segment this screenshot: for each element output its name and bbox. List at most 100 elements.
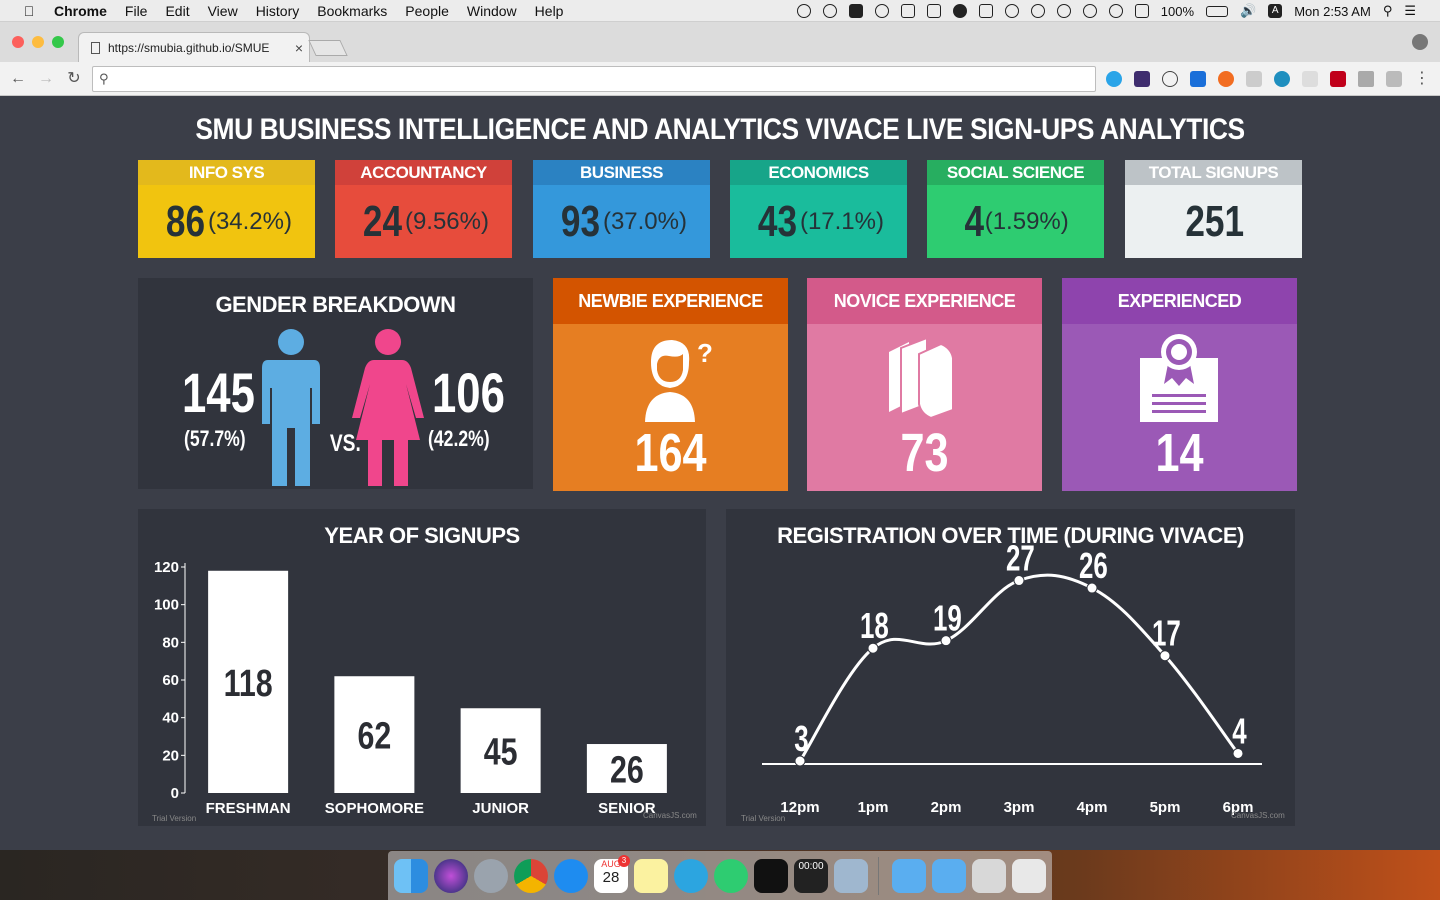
dropbox-icon[interactable]	[926, 4, 941, 18]
gauge-icon[interactable]	[796, 4, 811, 18]
female-figure-icon	[352, 329, 424, 486]
data-value-label: 19	[933, 599, 962, 639]
glasses-icon[interactable]	[1030, 4, 1045, 18]
stat-value: 4	[964, 196, 985, 246]
bluetooth-icon[interactable]	[1082, 4, 1097, 18]
chrome-menu-icon[interactable]: ⋮	[1412, 69, 1432, 89]
male-percent: (57.7%)	[184, 426, 246, 451]
exp-label: NOVICE EXPERIENCE	[807, 278, 1042, 324]
extension-globe-icon[interactable]	[1274, 71, 1290, 87]
extension-b-icon[interactable]	[1134, 71, 1150, 87]
extension-onepassword-icon[interactable]	[1162, 71, 1178, 87]
menu-bookmarks[interactable]: Bookmarks	[317, 3, 387, 19]
safari-icon[interactable]	[554, 859, 588, 893]
search-icon: ⚲	[99, 71, 109, 86]
menu-history[interactable]: History	[256, 3, 300, 19]
female-percent: (42.2%)	[428, 426, 490, 451]
menu-help[interactable]: Help	[535, 3, 564, 19]
male-count: 145	[182, 361, 255, 424]
profile-icon[interactable]	[1412, 34, 1428, 50]
menu-edit[interactable]: Edit	[165, 3, 189, 19]
menu-view[interactable]: View	[208, 3, 238, 19]
extension-react-icon[interactable]	[1386, 71, 1402, 87]
clock-widget-icon[interactable]: 00:00	[794, 859, 828, 893]
exp-tile-novice: NOVICE EXPERIENCE 73	[807, 278, 1042, 491]
y-tick-label: 0	[171, 785, 179, 802]
x-tick-label: JUNIOR	[472, 800, 529, 817]
close-window-button[interactable]	[12, 36, 24, 48]
chrome-icon[interactable]	[514, 859, 548, 893]
y-tick-label: 60	[162, 672, 179, 689]
menu-file[interactable]: File	[125, 3, 148, 19]
folder-icon[interactable]	[892, 859, 926, 893]
copy-icon[interactable]	[900, 4, 915, 18]
back-icon[interactable]: ←	[8, 69, 28, 89]
onepassword-icon[interactable]	[952, 4, 967, 18]
terminal-icon[interactable]	[754, 859, 788, 893]
exp-value: 73	[900, 423, 949, 483]
timer-icon[interactable]	[874, 4, 889, 18]
x-tick-label: 12pm	[780, 799, 819, 816]
battery-icon[interactable]	[1206, 5, 1229, 17]
year-bar-chart: 0 20 40 60 80 100 120 118 FRESHMAN 62 SOPHOMORE 45 J…	[154, 559, 667, 817]
bar-value-label: 118	[224, 663, 273, 705]
launchpad-icon[interactable]	[474, 859, 508, 893]
telegram-icon[interactable]	[674, 859, 708, 893]
extension-cursor-icon[interactable]	[1106, 71, 1122, 87]
finder-icon[interactable]	[394, 859, 428, 893]
airplay-icon[interactable]	[1134, 4, 1149, 18]
close-tab-icon[interactable]: ×	[289, 40, 309, 56]
evernote-icon[interactable]	[848, 4, 863, 18]
extension-vue-icon[interactable]	[1358, 71, 1374, 87]
apple-menu-icon[interactable]: 	[20, 3, 38, 19]
forward-icon[interactable]: →	[36, 69, 56, 89]
stat-label: TOTAL SIGNUPS	[1125, 160, 1302, 185]
drive-icon[interactable]	[978, 4, 993, 18]
spotlight-icon[interactable]: ⚲	[1383, 3, 1393, 19]
browser-tab[interactable]: https://smubia.github.io/SMUE ×	[78, 32, 310, 62]
address-bar[interactable]: ⚲	[92, 66, 1096, 92]
time-machine-icon[interactable]	[1056, 4, 1071, 18]
app-menu[interactable]: Chrome	[54, 3, 107, 19]
status-tray: 100% 🔊 A Mon 2:53 AM ⚲ ☰	[796, 0, 1416, 22]
stat-percent: (17.1%)	[799, 207, 884, 235]
extension-camera-icon[interactable]	[1302, 71, 1318, 87]
dropbox-folder-icon[interactable]	[932, 859, 966, 893]
stat-label: ECONOMICS	[730, 160, 907, 185]
extension-p-icon[interactable]	[1218, 71, 1234, 87]
donotdisturb-icon[interactable]	[1004, 4, 1019, 18]
extension-window-icon[interactable]	[1246, 71, 1262, 87]
menu-people[interactable]: People	[405, 3, 449, 19]
minimize-window-button[interactable]	[32, 36, 44, 48]
menu-window[interactable]: Window	[467, 3, 517, 19]
cloud-icon[interactable]	[822, 4, 837, 18]
notes-icon[interactable]	[634, 859, 668, 893]
siri-icon[interactable]	[434, 859, 468, 893]
y-tick-label: 40	[162, 710, 179, 727]
registration-line-chart: 312pm181pm192pm273pm264pm175pm46pm	[762, 538, 1262, 816]
preview-icon[interactable]	[834, 859, 868, 893]
trash-icon[interactable]	[1012, 859, 1046, 893]
calendar-day: 28	[602, 869, 620, 886]
reload-icon[interactable]: ↻	[64, 69, 84, 89]
extension-ublock-icon[interactable]	[1330, 71, 1346, 87]
zoom-window-button[interactable]	[52, 36, 64, 48]
x-tick-label: SOPHOMORE	[325, 800, 424, 817]
new-tab-button[interactable]	[308, 40, 348, 56]
input-source-icon[interactable]: A	[1268, 4, 1283, 18]
canvasjs-label: CanvasJS.com	[1231, 811, 1285, 820]
atom-icon[interactable]	[714, 859, 748, 893]
notification-center-icon[interactable]: ☰	[1404, 3, 1416, 19]
stat-percent: (37.0%)	[602, 207, 687, 235]
stat-value: 93	[560, 196, 601, 246]
clock[interactable]: Mon 2:53 AM	[1294, 4, 1371, 19]
volume-icon[interactable]: 🔊	[1240, 3, 1256, 19]
stat-tile-accountancy: ACCOUNTANCY 24 (9.56%)	[335, 160, 512, 258]
year-chart-panel: YEAR OF SIGNUPS 0 20 40 60 80 100 120 118 FRESHM…	[138, 509, 706, 826]
extension-y-icon[interactable]	[1190, 71, 1206, 87]
tools-folder-icon[interactable]	[972, 859, 1006, 893]
wifi-icon[interactable]	[1108, 4, 1123, 18]
series-line	[798, 573, 1240, 762]
stat-value: 86	[165, 196, 206, 246]
exp-tile-newbie: NEWBIE EXPERIENCE ? 164	[553, 278, 788, 491]
